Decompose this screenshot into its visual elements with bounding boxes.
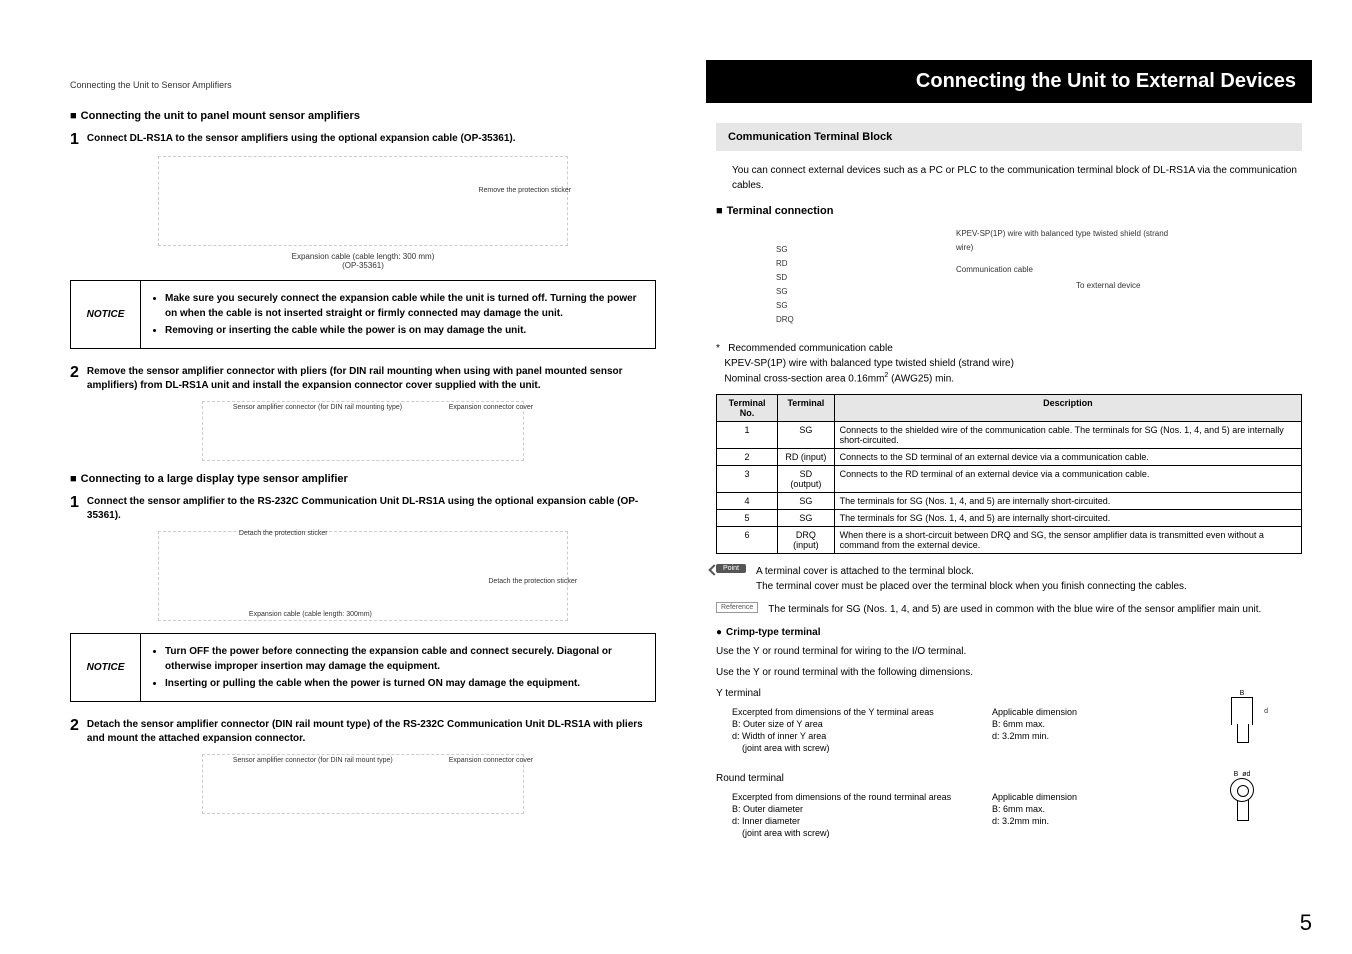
terminal-right-labels: KPEV-SP(1P) wire with balanced type twis… xyxy=(956,227,1176,293)
diagram-label-connector: Sensor amplifier connector (for DIN rail… xyxy=(233,757,393,764)
notice-box-1: NOTICE Make sure you securely connect th… xyxy=(70,280,656,349)
y-terminal-title: Y terminal xyxy=(716,686,1302,701)
diagram-large-2: Sensor amplifier connector (for DIN rail… xyxy=(202,754,524,814)
notice-label: NOTICE xyxy=(71,281,141,348)
step-1-panel: 1 Connect DL-RS1A to the sensor amplifie… xyxy=(70,132,656,148)
crimp-text: Use the Y or round terminal with the fol… xyxy=(716,665,1302,680)
point-tag: Point xyxy=(716,564,746,573)
heading-large-display: Connecting to a large display type senso… xyxy=(70,473,656,485)
step-1-large: 1 Connect the sensor amplifier to the RS… xyxy=(70,495,656,523)
page-number: 5 xyxy=(1300,910,1312,936)
notice-bullet: Make sure you securely connect the expan… xyxy=(165,291,645,321)
th-description: Description xyxy=(834,395,1301,422)
intro-text: You can connect external devices such as… xyxy=(732,163,1302,193)
step-text: Connect DL-RS1A to the sensor amplifiers… xyxy=(87,132,516,146)
left-column: Connecting the Unit to Sensor Amplifiers… xyxy=(70,60,656,924)
footnote: * Recommended communication cable KPEV-S… xyxy=(716,341,1302,386)
diagram-label-cover: Expansion connector cover xyxy=(449,757,533,764)
diagram-panel-2: Sensor amplifier connector (for DIN rail… xyxy=(202,401,524,461)
section-heading: Communication Terminal Block xyxy=(716,123,1302,151)
step-2-large: 2 Detach the sensor amplifier connector … xyxy=(70,718,656,746)
round-terminal-icon: B ød xyxy=(1222,771,1262,831)
notice-bullet: Turn OFF the power before connecting the… xyxy=(165,644,645,674)
diagram-label-cable: Expansion cable (cable length: 300mm) xyxy=(249,611,372,618)
y-terminal-section: Y terminal Excerpted from dimensions of … xyxy=(716,686,1302,753)
notice-bullet: Removing or inserting the cable while th… xyxy=(165,323,645,338)
diagram-label-remove: Remove the protection sticker xyxy=(478,187,571,194)
round-terminal-section: Round terminal Excerpted from dimensions… xyxy=(716,771,1302,838)
diagram-label-detach: Detach the protection sticker xyxy=(239,530,328,537)
step-2-panel: 2 Remove the sensor amplifier connector … xyxy=(70,365,656,393)
diagram-large-1: Detach the protection sticker Detach the… xyxy=(158,531,568,621)
step-text: Detach the sensor amplifier connector (D… xyxy=(87,718,656,746)
step-number: 2 xyxy=(70,365,79,381)
notice-bullet: Inserting or pulling the cable when the … xyxy=(165,676,645,691)
diagram-label-cover: Expansion connector cover xyxy=(449,404,533,411)
breadcrumb: Connecting the Unit to Sensor Amplifiers xyxy=(70,80,656,90)
point-text: A terminal cover is attached to the term… xyxy=(756,564,1187,594)
diagram-caption-cable: Expansion cable (cable length: 300 mm) (… xyxy=(70,252,656,270)
notice-box-2: NOTICE Turn OFF the power before connect… xyxy=(70,633,656,702)
th-terminal: Terminal xyxy=(778,395,835,422)
notice-content: Make sure you securely connect the expan… xyxy=(141,281,655,348)
crimp-text: Use the Y or round terminal for wiring t… xyxy=(716,644,1302,659)
reference-tag: Reference xyxy=(716,602,758,613)
right-column: Connecting the Unit to External Devices … xyxy=(716,60,1302,924)
table-row: 3SD (output)Connects to the RD terminal … xyxy=(717,466,1302,493)
diagram-label-detach2: Detach the protection sticker xyxy=(488,578,577,585)
step-number: 1 xyxy=(70,495,79,511)
table-row: 6DRQ (input)When there is a short-circui… xyxy=(717,527,1302,554)
table-row: 4SGThe terminals for SG (Nos. 1, 4, and … xyxy=(717,493,1302,510)
notice-label: NOTICE xyxy=(71,634,141,701)
terminal-table: Terminal No. Terminal Description 1SGCon… xyxy=(716,394,1302,554)
step-text: Connect the sensor amplifier to the RS-2… xyxy=(87,495,656,523)
point-callout: Point A terminal cover is attached to th… xyxy=(716,564,1302,594)
diagram-panel-1: Remove the protection sticker xyxy=(158,156,568,246)
reference-callout: Reference The terminals for SG (Nos. 1, … xyxy=(716,602,1302,617)
table-row: 2RD (input)Connects to the SD terminal o… xyxy=(717,449,1302,466)
notice-content: Turn OFF the power before connecting the… xyxy=(141,634,655,701)
y-terminal-icon: B d xyxy=(1222,690,1262,750)
heading-terminal-connection: Terminal connection xyxy=(716,205,1302,217)
step-number: 2 xyxy=(70,718,79,734)
step-text: Remove the sensor amplifier connector wi… xyxy=(87,365,656,393)
table-row: 5SGThe terminals for SG (Nos. 1, 4, and … xyxy=(717,510,1302,527)
step-number: 1 xyxy=(70,132,79,148)
heading-crimp: Crimp-type terminal xyxy=(716,627,1302,638)
round-terminal-title: Round terminal xyxy=(716,771,1302,786)
heading-panel-mount: Connecting the unit to panel mount senso… xyxy=(70,110,656,122)
table-row: 1SGConnects to the shielded wire of the … xyxy=(717,422,1302,449)
reference-text: The terminals for SG (Nos. 1, 4, and 5) … xyxy=(768,602,1261,617)
th-terminal-no: Terminal No. xyxy=(717,395,778,422)
page-title: Connecting the Unit to External Devices xyxy=(706,60,1312,103)
terminal-pin-labels: SG RD SD SG SG DRQ xyxy=(776,243,794,327)
diagram-label-connector: Sensor amplifier connector (for DIN rail… xyxy=(233,404,402,411)
terminal-diagram: SG RD SD SG SG DRQ KPEV-SP(1P) wire with… xyxy=(776,227,1176,327)
